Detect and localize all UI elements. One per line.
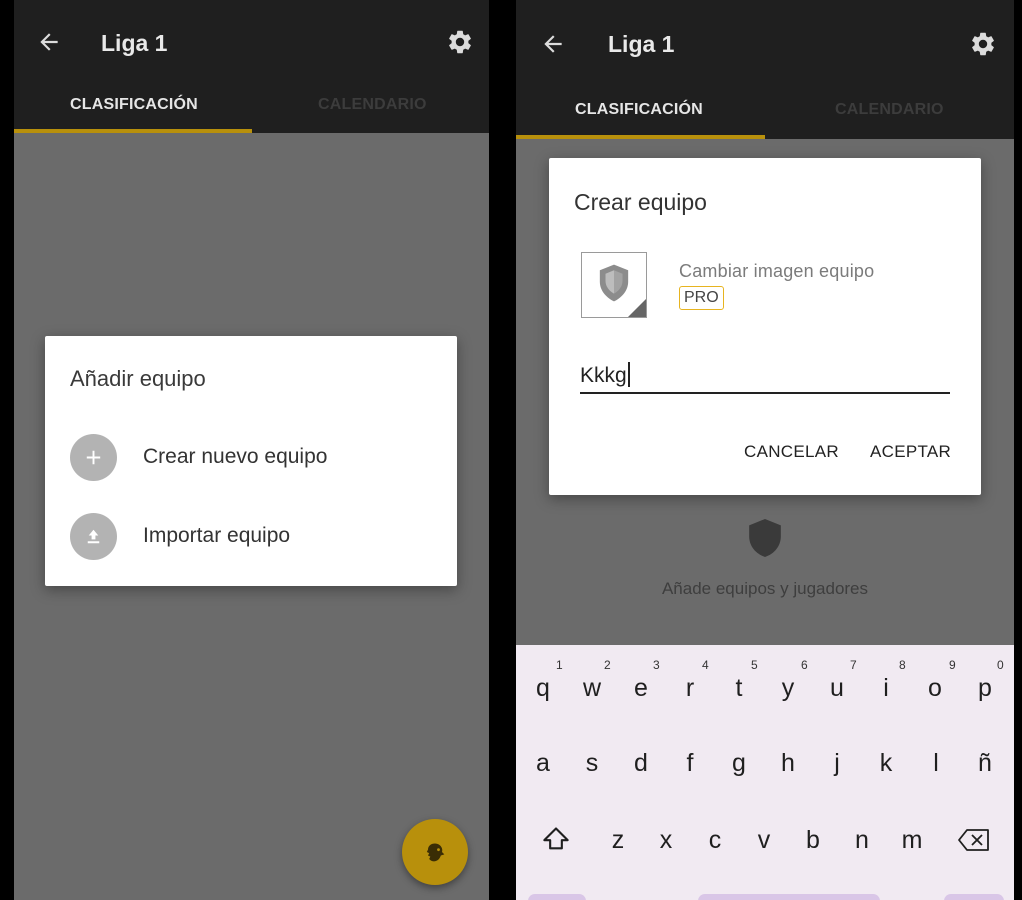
backspace-icon bbox=[958, 829, 989, 851]
lion-icon bbox=[426, 843, 445, 862]
key-q[interactable]: q bbox=[523, 674, 563, 703]
shield-icon bbox=[599, 264, 629, 302]
gear-icon[interactable] bbox=[446, 28, 474, 61]
space-key[interactable] bbox=[698, 894, 880, 900]
key-l[interactable]: l bbox=[916, 749, 956, 778]
key-n-tilde[interactable]: ñ bbox=[965, 749, 1005, 778]
key-i[interactable]: i bbox=[866, 674, 906, 703]
team-name-text: Kkkg bbox=[580, 364, 627, 387]
create-team-dialog: Crear equipo Cambiar imagen equipo PRO K… bbox=[549, 158, 981, 495]
key-m[interactable]: m bbox=[892, 826, 932, 855]
gear-icon[interactable] bbox=[969, 30, 997, 63]
accept-button[interactable]: ACEPTAR bbox=[870, 442, 951, 462]
key-f[interactable]: f bbox=[670, 749, 710, 778]
add-team-dialog: Añadir equipo Crear nuevo equipo Importa… bbox=[45, 336, 457, 586]
key-x[interactable]: x bbox=[646, 826, 686, 855]
key-hint: 9 bbox=[949, 658, 956, 672]
tab-calendario[interactable]: CALENDARIO bbox=[835, 101, 944, 119]
key-u[interactable]: u bbox=[817, 674, 857, 703]
key-hint: 2 bbox=[604, 658, 611, 672]
dialog-title: Añadir equipo bbox=[70, 366, 206, 391]
key-c[interactable]: c bbox=[695, 826, 735, 855]
key-j[interactable]: j bbox=[817, 749, 857, 778]
enter-key[interactable] bbox=[944, 894, 1004, 900]
page-title: Liga 1 bbox=[608, 31, 675, 57]
key-w[interactable]: w bbox=[572, 674, 612, 703]
shield-icon bbox=[746, 517, 784, 564]
symbols-key[interactable] bbox=[528, 894, 586, 900]
tab-clasificacion[interactable]: CLASIFICACIÓN bbox=[70, 96, 198, 114]
page-title: Liga 1 bbox=[101, 30, 168, 56]
key-y[interactable]: y bbox=[768, 674, 808, 703]
dialog-title: Crear equipo bbox=[574, 189, 707, 215]
change-image-label[interactable]: Cambiar imagen equipo bbox=[679, 261, 874, 282]
right-screen: Liga 1 CLASIFICACIÓN CALENDARIO Añade eq… bbox=[516, 0, 1014, 900]
key-n[interactable]: n bbox=[842, 826, 882, 855]
upload-icon bbox=[70, 513, 117, 560]
backspace-key[interactable] bbox=[954, 827, 994, 860]
back-arrow-icon[interactable] bbox=[540, 31, 566, 62]
key-a[interactable]: a bbox=[523, 749, 563, 778]
top-app-bar: Liga 1 CLASIFICACIÓN CALENDARIO bbox=[14, 0, 489, 133]
team-name-field[interactable]: Kkkg bbox=[580, 358, 950, 394]
key-hint: 8 bbox=[899, 658, 906, 672]
tab-calendario[interactable]: CALENDARIO bbox=[318, 96, 427, 114]
plus-icon bbox=[70, 434, 117, 481]
key-k[interactable]: k bbox=[866, 749, 906, 778]
key-s[interactable]: s bbox=[572, 749, 612, 778]
pro-badge: PRO bbox=[679, 286, 724, 310]
back-arrow-icon[interactable] bbox=[36, 29, 62, 60]
import-team-label: Importar equipo bbox=[143, 524, 291, 547]
key-hint: 5 bbox=[751, 658, 758, 672]
key-hint: 1 bbox=[556, 658, 563, 672]
key-hint: 4 bbox=[702, 658, 709, 672]
create-team-option[interactable]: Crear nuevo equipo bbox=[45, 427, 457, 487]
key-v[interactable]: v bbox=[744, 826, 784, 855]
key-p[interactable]: p bbox=[965, 674, 1005, 703]
key-o[interactable]: o bbox=[915, 674, 955, 703]
top-app-bar: Liga 1 CLASIFICACIÓN CALENDARIO bbox=[516, 0, 1014, 139]
key-hint: 7 bbox=[850, 658, 857, 672]
empty-state-text: Añade equipos y jugadores bbox=[661, 579, 869, 598]
key-t[interactable]: t bbox=[719, 674, 759, 703]
soft-keyboard: q w e r t y u i o p 1 2 3 4 5 6 7 8 9 0 … bbox=[516, 645, 1014, 900]
shift-key[interactable] bbox=[536, 825, 576, 860]
create-team-label: Crear nuevo equipo bbox=[143, 445, 328, 468]
key-h[interactable]: h bbox=[768, 749, 808, 778]
key-hint: 6 bbox=[801, 658, 808, 672]
left-screen: Liga 1 CLASIFICACIÓN CALENDARIO Añadir e… bbox=[14, 0, 489, 900]
cancel-button[interactable]: CANCELAR bbox=[744, 442, 839, 462]
text-cursor bbox=[627, 362, 630, 387]
tab-indicator bbox=[516, 135, 765, 139]
key-hint: 0 bbox=[997, 658, 1004, 672]
floating-action-button[interactable] bbox=[402, 819, 468, 885]
tab-clasificacion[interactable]: CLASIFICACIÓN bbox=[575, 101, 703, 119]
key-d[interactable]: d bbox=[621, 749, 661, 778]
key-hint: 3 bbox=[653, 658, 660, 672]
team-name-value: Kkkg bbox=[580, 362, 630, 388]
team-image-picker[interactable] bbox=[581, 252, 647, 318]
shift-icon bbox=[543, 827, 569, 850]
key-z[interactable]: z bbox=[598, 826, 638, 855]
key-r[interactable]: r bbox=[670, 674, 710, 703]
key-g[interactable]: g bbox=[719, 749, 759, 778]
key-b[interactable]: b bbox=[793, 826, 833, 855]
import-team-option[interactable]: Importar equipo bbox=[45, 506, 457, 566]
key-e[interactable]: e bbox=[621, 674, 661, 703]
tab-indicator bbox=[14, 129, 252, 133]
corner-indicator bbox=[628, 299, 646, 317]
